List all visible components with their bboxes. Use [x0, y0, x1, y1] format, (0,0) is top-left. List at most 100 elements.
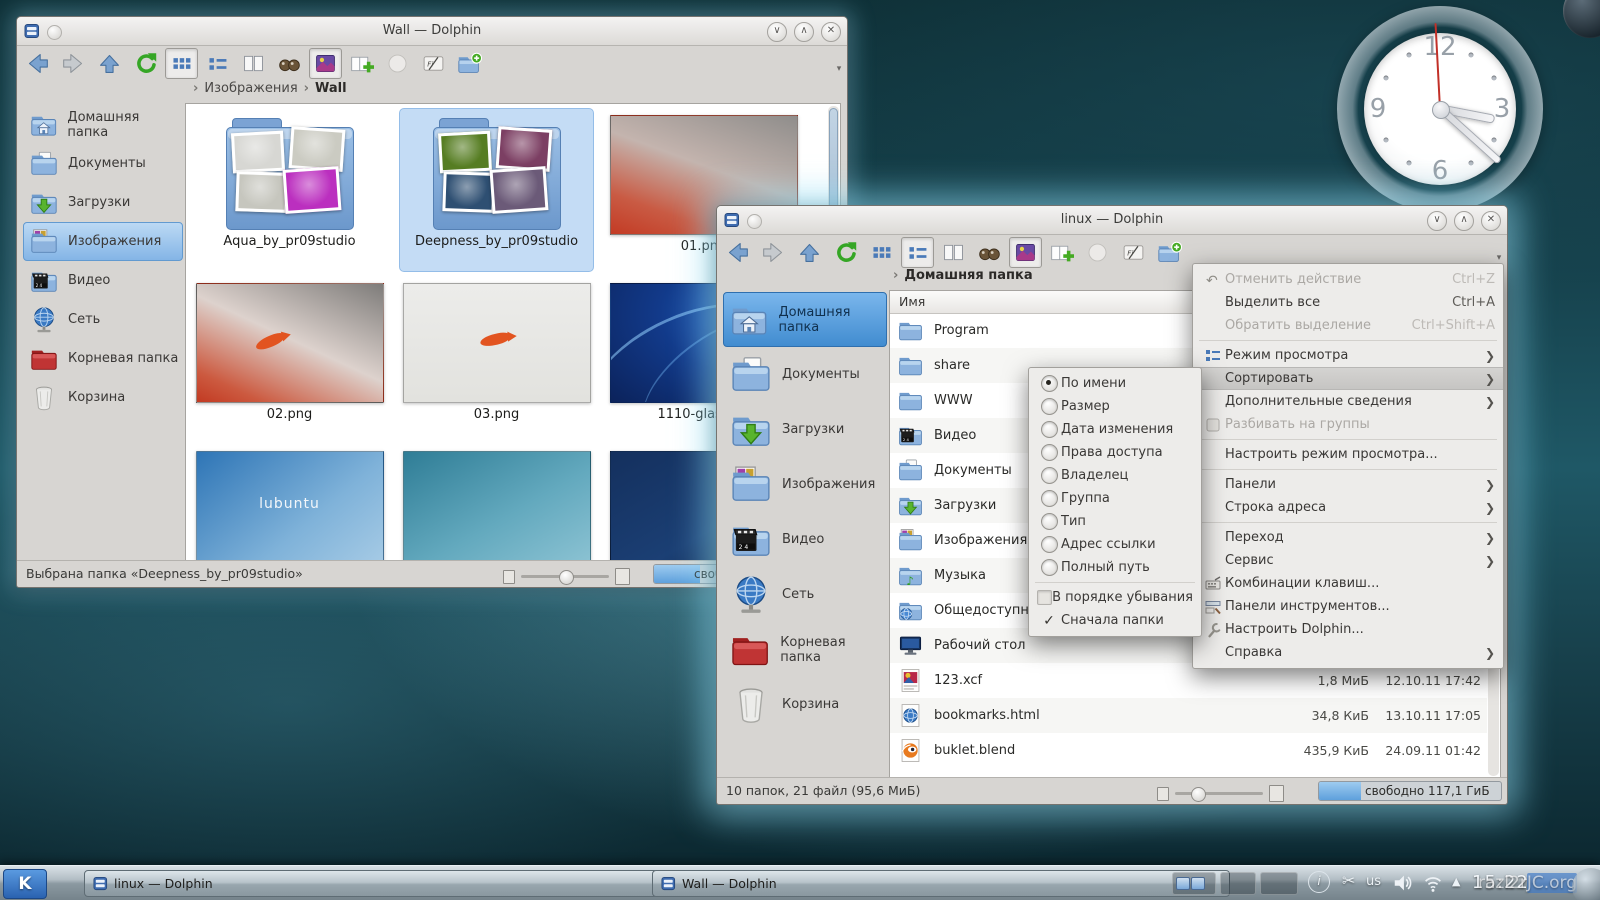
sidebar-item-network[interactable]: Сеть [723, 567, 887, 622]
menu-item[interactable]: Сервис❯ [1193, 549, 1503, 572]
file-item[interactable]: lubuntu [186, 442, 393, 561]
klipper-scissors-icon[interactable]: ✂ [1342, 871, 1355, 890]
file-row[interactable]: buklet.blend435,9 КиБ24.09.11 01:42 [890, 733, 1487, 768]
toolbar-reload-button[interactable] [829, 237, 862, 268]
zoom-track[interactable] [1175, 792, 1263, 795]
toolbar-filter-button[interactable]: Fi [417, 48, 450, 79]
sort-option[interactable]: Права доступа [1029, 441, 1201, 464]
sidebar-item-trash[interactable]: Корзина [723, 677, 887, 732]
menu-item[interactable]: Справка❯ [1193, 641, 1503, 664]
toolbar-forward-button[interactable] [757, 237, 790, 268]
zoom-out-icon[interactable] [503, 570, 515, 584]
plasma-cashew-icon[interactable] [1563, 0, 1600, 38]
sidebar-item-home[interactable]: Домашняя папка [23, 105, 183, 144]
menu-item[interactable]: ↶Отменить действиеCtrl+Z [1193, 268, 1503, 291]
sort-option[interactable]: Группа [1029, 487, 1201, 510]
toolbar-up-button[interactable] [793, 237, 826, 268]
analog-clock-widget[interactable]: 12369 [1337, 6, 1543, 212]
toolbar-find-button[interactable] [973, 237, 1006, 268]
sort-toggle[interactable]: В порядке убывания [1029, 586, 1201, 609]
sort-option[interactable]: Владелец [1029, 464, 1201, 487]
file-item[interactable]: 03.png [393, 274, 600, 442]
toolbar-back-button[interactable] [21, 48, 54, 79]
sort-toggle[interactable]: ✓Сначала папки [1029, 609, 1201, 632]
menu-item[interactable]: Панели❯ [1193, 473, 1503, 496]
sidebar-item-home[interactable]: Домашняя папка [723, 292, 887, 347]
sidebar-item-video[interactable]: 2 4Видео [723, 512, 887, 567]
pager-desktop-1[interactable] [1172, 872, 1216, 895]
toolbar-blank-button[interactable] [381, 48, 414, 79]
menu-item[interactable]: Разбивать на группы [1193, 413, 1503, 436]
menu-item[interactable]: Сортировать❯ [1193, 367, 1503, 390]
zoom-slider[interactable] [503, 568, 630, 585]
menu-item[interactable]: Настроить Dolphin... [1193, 618, 1503, 641]
toolbar-split-button[interactable] [345, 48, 378, 79]
pager-desktop-3[interactable] [1260, 872, 1298, 895]
close-button[interactable]: ✕ [1481, 211, 1501, 231]
minimize-button[interactable]: ∨ [767, 22, 787, 42]
maximize-button[interactable]: ∧ [1454, 211, 1474, 231]
zoom-track[interactable] [521, 575, 609, 578]
sort-option[interactable]: По имени [1029, 372, 1201, 395]
file-item[interactable]: Deepness_by_pr09studio [393, 106, 600, 274]
sort-option[interactable]: Размер [1029, 395, 1201, 418]
file-item[interactable]: 02.png [186, 274, 393, 442]
taskbar-task-button[interactable]: linux — Dolphin [84, 870, 658, 897]
toolbar-find-button[interactable] [273, 48, 306, 79]
toolbar-views-icon-button[interactable] [165, 48, 198, 79]
sidebar-item-network[interactable]: Сеть [23, 300, 183, 339]
sidebar-item-root[interactable]: Корневая папка [23, 339, 183, 378]
toolbar-new-folder-button[interactable] [453, 48, 486, 79]
zoom-thumb[interactable] [1191, 787, 1206, 802]
sidebar-item-pictures[interactable]: Изображения [723, 457, 887, 512]
menu-item[interactable]: Режим просмотра❯ [1193, 344, 1503, 367]
sort-option[interactable]: Дата изменения [1029, 418, 1201, 441]
menu-item[interactable]: Дополнительные сведения❯ [1193, 390, 1503, 413]
maximize-button[interactable]: ∧ [794, 22, 814, 42]
minimize-button[interactable]: ∨ [1427, 211, 1447, 231]
menu-item[interactable]: Комбинации клавиш... [1193, 572, 1503, 595]
toolbar-up-button[interactable] [93, 48, 126, 79]
close-button[interactable]: ✕ [821, 22, 841, 42]
sidebar-item-trash[interactable]: Корзина [23, 378, 183, 417]
toolbar-view-columns-button[interactable] [237, 48, 270, 79]
titlebar[interactable]: Wall — Dolphin ∨∧✕ [17, 17, 847, 46]
zoom-slider[interactable] [1157, 785, 1284, 802]
toolbar-filter-button[interactable]: Fi [1117, 237, 1150, 268]
zoom-in-icon[interactable] [615, 568, 630, 585]
info-tray-icon[interactable]: i [1308, 871, 1330, 893]
wifi-icon[interactable] [1422, 872, 1444, 894]
sidebar-item-documents[interactable]: Документы [723, 347, 887, 402]
sort-option[interactable]: Адрес ссылки [1029, 533, 1201, 556]
toolbar-reload-button[interactable] [129, 48, 162, 79]
breadcrumb-item[interactable]: Домашняя папка [904, 268, 1032, 283]
sidebar-item-root[interactable]: Корневая папка [723, 622, 887, 677]
taskbar-task-button[interactable]: Wall — Dolphin [652, 870, 1230, 897]
pager-desktop-2[interactable] [1220, 872, 1256, 895]
zoom-thumb[interactable] [559, 570, 574, 585]
toolbar-new-folder-button[interactable] [1153, 237, 1186, 268]
tray-expander-icon[interactable]: ▲ [1452, 875, 1460, 888]
toolbar-back-button[interactable] [721, 237, 754, 268]
keyboard-layout-indicator[interactable]: us [1366, 874, 1381, 889]
toolbar-view-details-button[interactable] [901, 237, 934, 268]
toolbar-blank-button[interactable] [1081, 237, 1114, 268]
settings-wrench-button[interactable]: ▾ [811, 48, 845, 78]
zoom-in-icon[interactable] [1269, 785, 1284, 802]
menu-item[interactable]: Настроить режим просмотра... [1193, 443, 1503, 466]
sort-option[interactable]: Тип [1029, 510, 1201, 533]
sort-option[interactable]: Полный путь [1029, 556, 1201, 579]
toolbar-preview-button[interactable] [1009, 237, 1042, 268]
toolbar-forward-button[interactable] [57, 48, 90, 79]
toolbar-preview-button[interactable] [309, 48, 342, 79]
breadcrumb-item[interactable]: Wall [315, 81, 347, 96]
menu-item[interactable]: Выделить всеCtrl+A [1193, 291, 1503, 314]
kde-launcher-button[interactable]: K [3, 869, 47, 899]
menu-item[interactable]: Панели инструментов... [1193, 595, 1503, 618]
titlebar[interactable]: linux — Dolphin ∨∧✕ [717, 206, 1507, 235]
sidebar-item-documents[interactable]: Документы [23, 144, 183, 183]
file-row[interactable]: bookmarks.html34,8 КиБ13.10.11 17:05 [890, 698, 1487, 733]
sidebar-item-downloads[interactable]: Загрузки [23, 183, 183, 222]
sidebar-item-downloads[interactable]: Загрузки [723, 402, 887, 457]
volume-icon[interactable] [1392, 872, 1414, 894]
